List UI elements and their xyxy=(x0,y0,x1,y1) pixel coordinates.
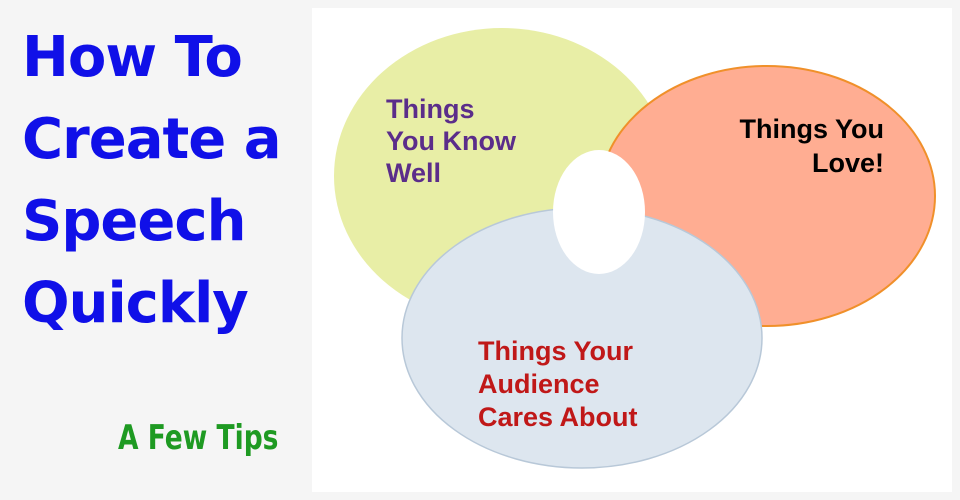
venn-diagram-panel: Things You Know Well Things You Love! Th… xyxy=(312,8,952,492)
label-know-line-3: Well xyxy=(386,158,441,188)
label-audience-line-1: Things Your xyxy=(478,336,633,366)
title-line-3: Speech xyxy=(22,189,246,254)
label-love-line-2: Love! xyxy=(812,148,884,178)
title-line-2: Create a xyxy=(22,107,282,172)
label-love-line-1: Things You xyxy=(740,114,885,144)
title-line-1: How To xyxy=(22,25,243,90)
subtitle: A Few Tips xyxy=(118,418,279,458)
slide: How To Create a Speech Quickly A Few Tip… xyxy=(0,0,960,500)
venn-diagram: Things You Know Well Things You Love! Th… xyxy=(334,28,936,469)
label-audience-line-2: Audience xyxy=(478,369,600,399)
center-intersection xyxy=(553,150,645,274)
title-line-4: Quickly xyxy=(22,271,249,336)
label-audience-line-3: Cares About xyxy=(478,402,638,432)
label-know-line-2: You Know xyxy=(386,126,517,156)
label-know-line-1: Things xyxy=(386,94,475,124)
